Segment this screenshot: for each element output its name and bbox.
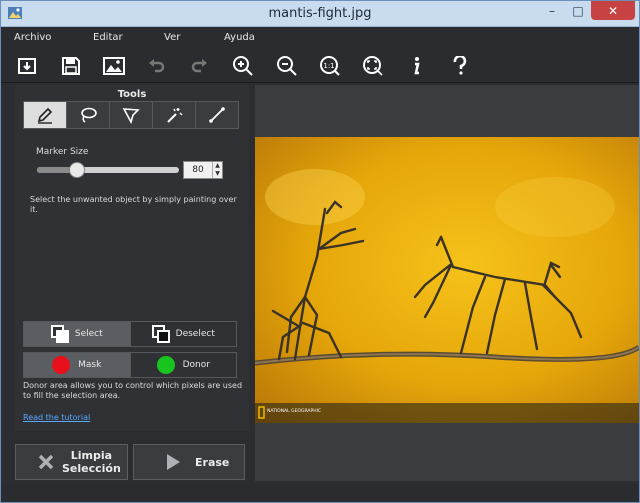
zoom-out-icon	[277, 56, 297, 76]
tool-selector	[23, 101, 239, 129]
save-button[interactable]	[59, 54, 83, 78]
tutorial-link[interactable]: Read the tutorial	[23, 413, 90, 422]
open-icon	[18, 58, 36, 74]
zoom-in-icon	[233, 56, 253, 76]
clear-selection-button[interactable]: Limpia Selección	[15, 444, 128, 480]
mantis-photo: NATIONAL GEOGRAPHIC	[255, 137, 639, 423]
actual-size-icon: 1:1	[320, 56, 340, 76]
stepper-down-icon[interactable]: ▼	[213, 170, 222, 178]
tool-polygon-lasso[interactable]	[110, 102, 153, 128]
close-button[interactable]: ✕	[591, 1, 635, 20]
tool-marker[interactable]	[24, 102, 67, 128]
image-icon	[103, 57, 125, 75]
selection-mode-toggle: Select Deselect	[23, 321, 237, 347]
zoom-out-button[interactable]	[275, 54, 299, 78]
tool-hint: Select the unwanted object by simply pai…	[30, 195, 237, 214]
photo-canvas[interactable]: NATIONAL GEOGRAPHIC	[255, 137, 639, 423]
tools-title: Tools	[117, 89, 147, 100]
clear-label-line2: Selección	[62, 462, 121, 475]
stepper-up-icon[interactable]: ▲	[213, 162, 222, 170]
menu-archivo[interactable]: Archivo	[14, 32, 51, 43]
actual-size-button[interactable]: 1:1	[318, 54, 342, 78]
help-icon	[453, 56, 467, 75]
mask-dot-icon	[52, 356, 71, 374]
marker-size-stepper[interactable]: 80 ▲ ▼	[183, 161, 223, 179]
save-icon	[62, 57, 80, 75]
open-button[interactable]	[15, 54, 39, 78]
deselect-label: Deselect	[175, 329, 215, 339]
play-icon	[167, 454, 180, 470]
donor-dot-icon	[156, 356, 175, 374]
fit-window-button[interactable]	[361, 54, 385, 78]
toolbar: 1:1	[1, 49, 639, 83]
erase-button[interactable]: Erase	[133, 444, 245, 480]
app-window: mantis-fight.jpg – □ ✕ Archivo Editar Ve…	[0, 0, 640, 503]
polygon-lasso-icon	[122, 108, 140, 124]
marker-size-slider[interactable]	[37, 162, 179, 178]
donor-label: Donor	[182, 360, 210, 370]
info-icon	[414, 57, 420, 75]
menu-ver[interactable]: Ver	[164, 32, 180, 43]
undo-button[interactable]	[144, 54, 168, 78]
redo-icon	[191, 59, 207, 73]
select-button[interactable]: Select	[24, 322, 130, 346]
erase-label: Erase	[195, 455, 230, 469]
deselect-button[interactable]: Deselect	[129, 322, 237, 346]
tool-lasso[interactable]	[67, 102, 110, 128]
deselect-icon	[151, 325, 170, 343]
window-controls: – □ ✕	[539, 1, 635, 21]
marker-size-label: Marker Size	[36, 147, 89, 157]
image-button[interactable]	[102, 54, 126, 78]
stepper-arrows: ▲ ▼	[212, 162, 222, 178]
zoom-in-button[interactable]	[231, 54, 255, 78]
marker-icon	[37, 107, 53, 124]
marker-size-value[interactable]: 80	[184, 162, 212, 178]
image-viewer[interactable]: NATIONAL GEOGRAPHIC	[255, 85, 639, 481]
select-icon	[50, 325, 69, 343]
redo-button[interactable]	[188, 54, 212, 78]
slider-thumb[interactable]	[68, 162, 85, 178]
donor-hint: Donor area allows you to control which p…	[23, 381, 243, 400]
minimize-button[interactable]: –	[539, 1, 565, 20]
menu-ayuda[interactable]: Ayuda	[224, 32, 255, 43]
tool-magic-wand[interactable]	[153, 102, 196, 128]
magic-wand-icon	[167, 108, 183, 123]
lasso-icon	[81, 107, 97, 123]
select-label: Select	[74, 329, 103, 339]
line-icon	[209, 107, 225, 123]
fit-window-icon	[363, 56, 383, 76]
svg-text:1:1: 1:1	[323, 62, 334, 70]
maximize-button[interactable]: □	[565, 1, 591, 20]
area-mode-toggle: Mask Donor	[23, 352, 237, 378]
clear-label-line1: Limpia	[70, 449, 113, 462]
tool-line[interactable]	[196, 102, 238, 128]
title-bar: mantis-fight.jpg – □ ✕	[1, 1, 639, 27]
mask-button[interactable]: Mask	[24, 353, 130, 377]
donor-button[interactable]: Donor	[129, 353, 237, 377]
menu-bar: Archivo Editar Ver Ayuda	[1, 27, 639, 49]
status-bar	[1, 484, 639, 502]
clear-x-icon	[38, 454, 54, 470]
menu-editar[interactable]: Editar	[93, 32, 123, 43]
undo-icon	[149, 59, 165, 73]
tools-panel: Tools Marker Size 80 ▲ ▼ Select the unwa…	[15, 85, 249, 431]
help-button[interactable]	[448, 54, 472, 78]
info-button[interactable]	[404, 54, 428, 78]
mask-label: Mask	[78, 360, 102, 370]
watermark-text: NATIONAL GEOGRAPHIC	[267, 408, 321, 414]
